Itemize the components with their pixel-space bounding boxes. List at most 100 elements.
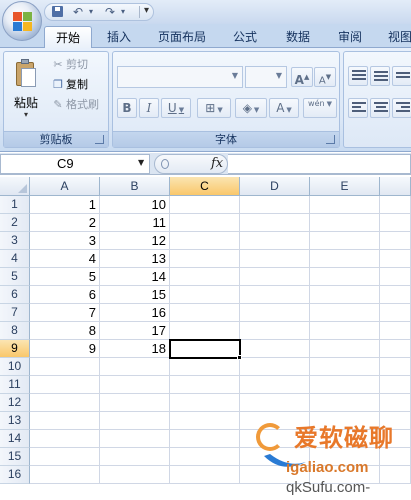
align-left-button[interactable] (348, 98, 368, 118)
cell-d16[interactable] (240, 466, 310, 484)
cell-a4[interactable]: 4 (30, 250, 100, 268)
cell-e5[interactable] (310, 268, 380, 286)
cell-e1[interactable] (310, 196, 380, 214)
cell-d3[interactable] (240, 232, 310, 250)
cell-overflow[interactable] (380, 304, 411, 322)
redo-icon[interactable]: ↷ (105, 4, 115, 20)
cell-e4[interactable] (310, 250, 380, 268)
column-header-c[interactable]: C (170, 177, 240, 196)
cell-b5[interactable]: 14 (100, 268, 170, 286)
cell-a5[interactable]: 5 (30, 268, 100, 286)
paste-dropdown-icon[interactable]: ▾ (8, 110, 44, 119)
column-header-a[interactable]: A (30, 177, 100, 196)
cell-d13[interactable] (240, 412, 310, 430)
customize-qat-icon[interactable]: ▾ (144, 3, 149, 19)
tab-data[interactable]: 数据 (276, 26, 320, 48)
cell-b12[interactable] (100, 394, 170, 412)
column-header-e[interactable]: E (310, 177, 380, 196)
align-center-button[interactable] (370, 98, 390, 118)
row-header-14[interactable]: 14 (0, 430, 30, 448)
clipboard-dialog-launcher-icon[interactable] (95, 135, 104, 144)
cell-b2[interactable]: 11 (100, 214, 170, 232)
undo-icon[interactable]: ↶ (73, 4, 83, 20)
cell-a3[interactable]: 3 (30, 232, 100, 250)
cell-e16[interactable] (310, 466, 380, 484)
fill-handle[interactable] (237, 355, 242, 360)
cell-overflow[interactable] (380, 268, 411, 286)
fill-color-button[interactable]: ◈ ▼ (235, 98, 267, 118)
cell-d10[interactable] (240, 358, 310, 376)
cell-overflow[interactable] (380, 196, 411, 214)
cell-overflow[interactable] (380, 214, 411, 232)
office-button[interactable] (2, 1, 42, 41)
cell-d6[interactable] (240, 286, 310, 304)
tab-view[interactable]: 视图 (380, 26, 411, 48)
column-header-overflow[interactable] (380, 177, 411, 196)
cell-b9[interactable]: 18 (100, 340, 170, 358)
cell-overflow[interactable] (380, 340, 411, 358)
row-header-5[interactable]: 5 (0, 268, 30, 286)
cell-overflow[interactable] (380, 430, 411, 448)
row-header-12[interactable]: 12 (0, 394, 30, 412)
row-header-15[interactable]: 15 (0, 448, 30, 466)
cell-d5[interactable] (240, 268, 310, 286)
cell-e10[interactable] (310, 358, 380, 376)
align-top-button[interactable] (348, 66, 368, 86)
tab-home[interactable]: 开始 (44, 26, 92, 49)
align-right-button[interactable] (392, 98, 411, 118)
cell-overflow[interactable] (380, 322, 411, 340)
cell-d11[interactable] (240, 376, 310, 394)
cell-c4[interactable] (170, 250, 240, 268)
cell-overflow[interactable] (380, 250, 411, 268)
cell-c7[interactable] (170, 304, 240, 322)
cell-b6[interactable]: 15 (100, 286, 170, 304)
row-header-4[interactable]: 4 (0, 250, 30, 268)
cell-overflow[interactable] (380, 466, 411, 484)
cell-b10[interactable] (100, 358, 170, 376)
formula-input[interactable] (228, 154, 411, 174)
cell-b16[interactable] (100, 466, 170, 484)
cell-c3[interactable] (170, 232, 240, 250)
cell-e3[interactable] (310, 232, 380, 250)
cell-d12[interactable] (240, 394, 310, 412)
paste-button[interactable]: 粘贴 ▾ (8, 56, 44, 126)
row-header-6[interactable]: 6 (0, 286, 30, 304)
cell-e14[interactable] (310, 430, 380, 448)
row-header-3[interactable]: 3 (0, 232, 30, 250)
row-header-16[interactable]: 16 (0, 466, 30, 484)
tab-page-layout[interactable]: 页面布局 (150, 26, 214, 48)
cell-c10[interactable] (170, 358, 240, 376)
cell-overflow[interactable] (380, 232, 411, 250)
cell-e9[interactable] (310, 340, 380, 358)
cell-overflow[interactable] (380, 286, 411, 304)
redo-dropdown-icon[interactable]: ▾ (121, 4, 125, 20)
select-all-button[interactable] (0, 177, 30, 196)
cell-e15[interactable] (310, 448, 380, 466)
cell-d4[interactable] (240, 250, 310, 268)
cell-c16[interactable] (170, 466, 240, 484)
cell-d8[interactable] (240, 322, 310, 340)
cell-b3[interactable]: 12 (100, 232, 170, 250)
shrink-font-button[interactable]: A▼ (314, 67, 336, 87)
font-name-combo[interactable]: ▼ (117, 66, 243, 88)
font-dialog-launcher-icon[interactable] (326, 135, 335, 144)
cell-b15[interactable] (100, 448, 170, 466)
row-header-8[interactable]: 8 (0, 322, 30, 340)
cell-overflow[interactable] (380, 394, 411, 412)
row-header-9[interactable]: 9 (0, 340, 30, 358)
cell-c14[interactable] (170, 430, 240, 448)
cell-d15[interactable] (240, 448, 310, 466)
italic-button[interactable]: I (139, 98, 159, 118)
bold-button[interactable]: B (117, 98, 137, 118)
font-size-combo[interactable]: ▼ (245, 66, 287, 88)
undo-dropdown-icon[interactable]: ▾ (89, 4, 93, 20)
underline-button[interactable]: U ▼ (161, 98, 191, 118)
cell-a6[interactable]: 6 (30, 286, 100, 304)
cell-a10[interactable] (30, 358, 100, 376)
cell-b13[interactable] (100, 412, 170, 430)
row-header-11[interactable]: 11 (0, 376, 30, 394)
cell-b14[interactable] (100, 430, 170, 448)
cell-a15[interactable] (30, 448, 100, 466)
cell-a13[interactable] (30, 412, 100, 430)
column-header-b[interactable]: B (100, 177, 170, 196)
